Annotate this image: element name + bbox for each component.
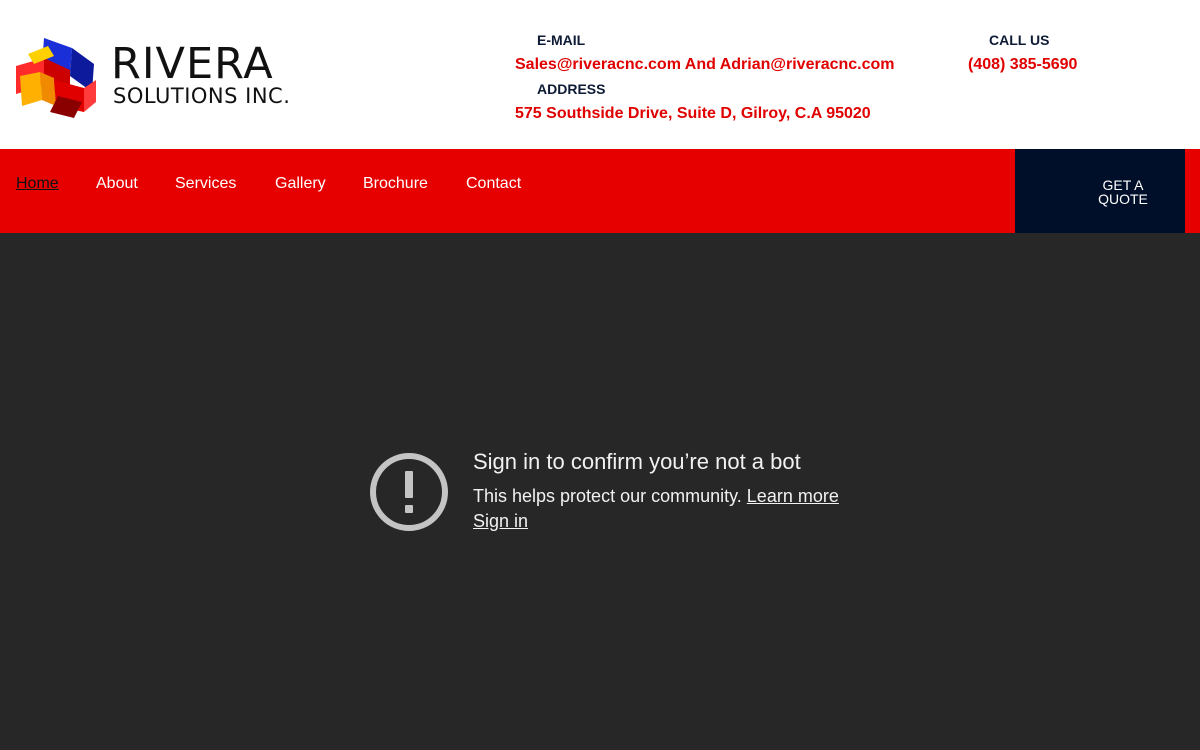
logo-cube-icon — [16, 38, 96, 118]
phone-label: CALL US — [989, 32, 1050, 48]
email-label: E-MAIL — [537, 32, 586, 48]
email-value[interactable]: Sales@riveracnc.com And Adrian@riveracnc… — [515, 57, 895, 73]
learn-more-link[interactable]: Learn more — [747, 486, 839, 506]
email-link[interactable]: Sales@riveracnc.com And Adrian@riveracnc… — [515, 56, 895, 73]
address-label: ADDRESS — [537, 81, 606, 97]
address-value: 575 Southside Drive, Suite D, Gilroy, C.… — [515, 105, 871, 122]
main-navigation: Home About Services Gallery Brochure Con… — [0, 149, 1200, 233]
brand-tagline: SOLUTIONS INC. — [113, 84, 291, 108]
nav-contact[interactable]: Contact — [466, 176, 521, 192]
nav-brochure[interactable]: Brochure — [363, 176, 428, 192]
bot-check-message: This helps protect our community. Learn … — [473, 487, 839, 505]
bot-check-body: This helps protect our community. — [473, 486, 742, 506]
bot-check-title: Sign in to confirm you’re not a bot — [473, 449, 801, 474]
rivera-logo[interactable]: RIVERA SOLUTIONS INC. — [14, 36, 314, 120]
phone-value[interactable]: (408) 385-5690 — [968, 57, 1077, 73]
nav-about[interactable]: About — [96, 176, 138, 192]
site-header: RIVERA SOLUTIONS INC. E-MAIL Sales@river… — [0, 0, 1200, 149]
phone-link[interactable]: (408) 385-5690 — [968, 56, 1077, 73]
nav-home[interactable]: Home — [16, 176, 59, 192]
get-a-quote-label: GET A QUOTE — [1098, 177, 1148, 207]
get-a-quote-button[interactable]: GET A QUOTE — [1015, 149, 1185, 233]
nav-gallery[interactable]: Gallery — [275, 176, 326, 192]
brand-name: RIVERA — [111, 39, 274, 89]
sign-in-link[interactable]: Sign in — [473, 512, 528, 530]
alert-circle-icon — [370, 453, 448, 531]
nav-services[interactable]: Services — [175, 176, 236, 192]
bot-check-panel: Sign in to confirm you’re not a bot This… — [0, 233, 1200, 750]
